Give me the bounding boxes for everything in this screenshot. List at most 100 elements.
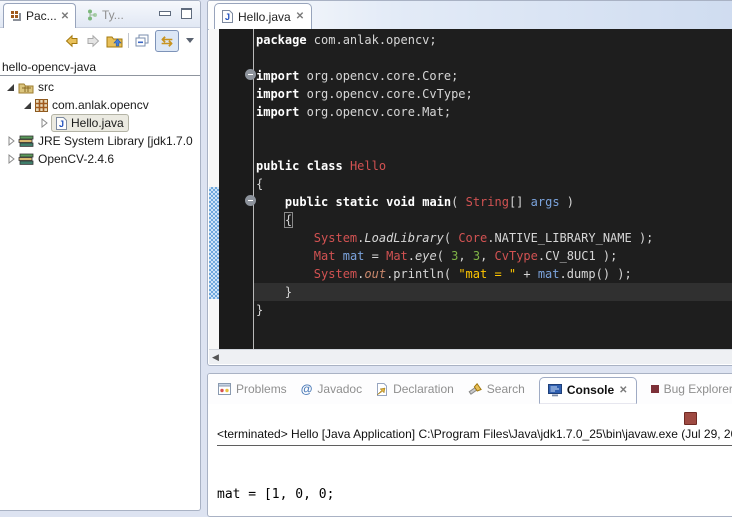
- go-up-folder-icon[interactable]: [106, 33, 123, 48]
- bottom-tabbar: Problems @ Javadoc Declaration Search: [208, 374, 732, 404]
- close-icon[interactable]: ✕: [296, 11, 304, 22]
- tree-item-hello-java[interactable]: J Hello.java: [0, 114, 200, 132]
- folding-gutter[interactable]: [219, 29, 254, 349]
- link-with-editor-icon: ⇆: [161, 34, 173, 48]
- search-icon: [468, 383, 482, 396]
- console-output-line: mat = [1, 0, 0;: [217, 486, 334, 504]
- package-icon: [35, 99, 48, 112]
- svg-text:J: J: [59, 119, 64, 129]
- console-icon: [548, 384, 562, 397]
- view-menu-icon[interactable]: [186, 38, 194, 43]
- tab-bug-explorer[interactable]: Bug Explorer: [651, 382, 732, 396]
- tree-item-label: com.anlak.opencv: [52, 98, 149, 112]
- tab-label: Pac...: [26, 9, 57, 23]
- code-line[interactable]: [256, 139, 732, 157]
- code-line[interactable]: import org.opencv.core.CvType;: [256, 85, 732, 103]
- code-line[interactable]: {: [256, 175, 732, 193]
- code-line[interactable]: public class Hello: [256, 157, 732, 175]
- type-hierarchy-icon: [86, 9, 98, 21]
- tab-label: Search: [487, 382, 525, 396]
- collapsed-arrow-icon[interactable]: [6, 135, 16, 147]
- code-line[interactable]: [256, 49, 732, 67]
- code-line[interactable]: public static void main( String[] args ): [256, 193, 732, 211]
- left-tabbar: Pac... ✕ Ty...: [0, 1, 200, 28]
- vertical-ruler[interactable]: [209, 29, 219, 349]
- editor-tab-hello-java[interactable]: J Hello.java ✕: [214, 3, 312, 29]
- tree-item-label: JRE System Library [jdk1.7.0: [38, 134, 193, 148]
- bug-explorer-icon: [651, 385, 659, 393]
- terminate-icon[interactable]: [684, 412, 697, 425]
- tab-type-hierarchy[interactable]: Ty...: [86, 5, 124, 25]
- editor-body: package com.anlak.opencv; import org.ope…: [209, 29, 732, 349]
- tab-label: Javadoc: [317, 382, 362, 396]
- tab-javadoc[interactable]: @ Javadoc: [301, 382, 362, 396]
- console-status-line: <terminated> Hello [Java Application] C:…: [217, 427, 732, 446]
- java-file-icon: J: [222, 10, 233, 23]
- tab-label: Ty...: [102, 8, 124, 22]
- collapsed-arrow-icon[interactable]: [6, 153, 16, 165]
- code-line[interactable]: }: [254, 283, 732, 301]
- editor-tab-label: Hello.java: [238, 10, 291, 24]
- link-with-editor-button[interactable]: ⇆: [155, 30, 179, 52]
- back-icon[interactable]: [64, 34, 80, 48]
- tab-label: Declaration: [393, 382, 454, 396]
- tab-search[interactable]: Search: [468, 382, 525, 396]
- package-explorer-view: Pac... ✕ Ty...: [0, 0, 201, 511]
- source-folder-icon: [18, 81, 34, 94]
- code-line[interactable]: System.LoadLibrary( Core.NATIVE_LIBRARY_…: [256, 229, 732, 247]
- tree-item-src[interactable]: src: [0, 78, 200, 96]
- tree-item-package[interactable]: com.anlak.opencv: [0, 96, 200, 114]
- tab-label: Bug Explorer: [664, 382, 732, 396]
- tab-package-explorer[interactable]: Pac... ✕: [3, 3, 76, 28]
- declaration-icon: [376, 383, 388, 396]
- java-file-icon: J: [56, 117, 67, 130]
- tab-console[interactable]: Console ✕: [539, 377, 637, 404]
- tab-label: Console: [567, 383, 614, 397]
- library-icon: [18, 153, 34, 166]
- tree-item-project[interactable]: hello-opencv-java: [0, 58, 200, 76]
- tree-item-label: OpenCV-2.4.6: [38, 152, 114, 166]
- tab-label: Problems: [236, 382, 287, 396]
- code-line[interactable]: {: [256, 211, 732, 229]
- editor-tabbar: J Hello.java ✕: [208, 1, 732, 30]
- package-explorer-icon: [10, 10, 22, 22]
- left-toolbar: ⇆: [0, 28, 200, 53]
- tree-item-label: src: [38, 80, 54, 94]
- tab-declaration[interactable]: Declaration: [376, 382, 454, 396]
- code-line[interactable]: }: [256, 301, 732, 319]
- range-indicator: [209, 187, 219, 299]
- code-area[interactable]: package com.anlak.opencv; import org.ope…: [254, 29, 732, 349]
- eclipse-workbench: { "left_panel": { "tabs": [ { "label": "…: [0, 0, 732, 511]
- collapse-all-icon[interactable]: [134, 33, 150, 48]
- selected-item[interactable]: J Hello.java: [51, 114, 129, 132]
- project-label: hello-opencv-java: [2, 60, 96, 74]
- console-output[interactable]: mat = [1, 0, 0; 0, 1, 0; 0, 0, 1]: [217, 450, 334, 517]
- library-icon: [18, 135, 34, 148]
- minimize-icon[interactable]: [159, 11, 171, 16]
- code-line[interactable]: import org.opencv.core.Core;: [256, 67, 732, 85]
- tree-item-jre-library[interactable]: JRE System Library [jdk1.7.0: [0, 132, 200, 150]
- close-icon[interactable]: ✕: [61, 11, 69, 22]
- expanded-arrow-icon[interactable]: [6, 81, 16, 93]
- svg-text:J: J: [225, 12, 230, 22]
- code-line[interactable]: import org.opencv.core.Mat;: [256, 103, 732, 121]
- problems-icon: [218, 383, 231, 395]
- console-view: Problems @ Javadoc Declaration Search: [207, 373, 732, 517]
- javadoc-icon: @: [301, 382, 313, 396]
- collapsed-arrow-icon[interactable]: [39, 117, 49, 129]
- editor-area: J Hello.java ✕ package com.anlak.opencv;…: [207, 0, 732, 366]
- expanded-arrow-icon[interactable]: [23, 99, 33, 111]
- code-line[interactable]: System.out.println( "mat = " + mat.dump(…: [256, 265, 732, 283]
- maximize-icon[interactable]: [181, 8, 192, 19]
- code-line[interactable]: [256, 121, 732, 139]
- tree-item-opencv-library[interactable]: OpenCV-2.4.6: [0, 150, 200, 168]
- forward-icon[interactable]: [85, 34, 101, 48]
- close-icon[interactable]: ✕: [619, 385, 627, 396]
- code-line[interactable]: package com.anlak.opencv;: [256, 31, 732, 49]
- code-line[interactable]: Mat mat = Mat.eye( 3, 3, CvType.CV_8UC1 …: [256, 247, 732, 265]
- toolbar-separator: [128, 33, 129, 48]
- scroll-left-arrow-icon[interactable]: ◀: [212, 353, 219, 362]
- tab-problems[interactable]: Problems: [218, 382, 287, 396]
- project-tree: hello-opencv-java src com.anlak.opencv: [0, 53, 200, 168]
- horizontal-scrollbar[interactable]: ◀: [209, 349, 732, 364]
